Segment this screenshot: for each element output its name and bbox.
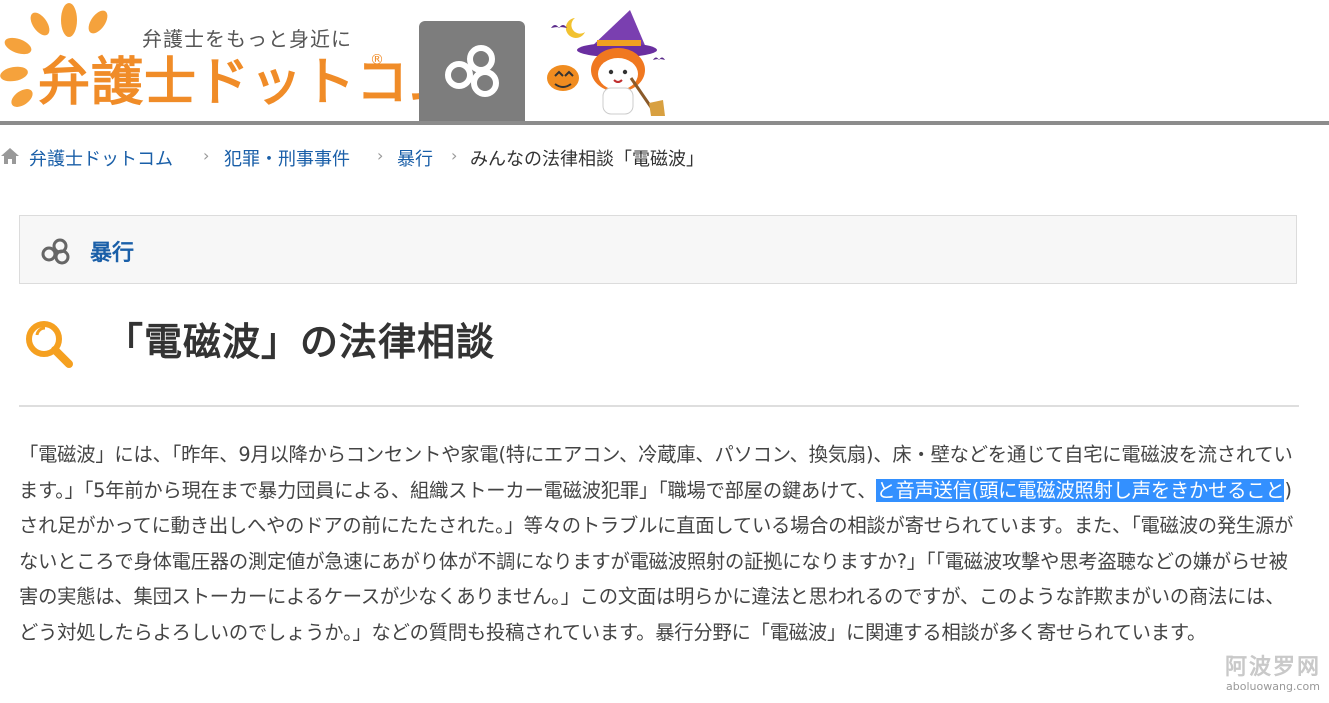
watermark: 阿波罗网 aboluowang.com (1225, 656, 1321, 694)
breadcrumb-current: みんなの法律相談「電磁波」 (470, 149, 704, 170)
site-header: 弁護士をもっと身近に 弁護士ドットコム ® (0, 0, 1329, 122)
page-title: 「電磁波」の法律相談 (105, 320, 496, 364)
page-heading: 「電磁波」の法律相談 (19, 306, 1299, 378)
category-menu-button[interactable] (419, 21, 525, 122)
breadcrumb-link-crime[interactable]: 犯罪・刑事事件 (224, 145, 350, 171)
home-icon[interactable] (0, 146, 20, 166)
category-rings-icon (41, 238, 70, 265)
breadcrumb: 弁護士ドットコム › 犯罪・刑事事件 › 暴行 › みんなの法律相談「電磁波」 (0, 140, 1329, 172)
watermark-url: aboluowang.com (1226, 680, 1320, 693)
category-link-assault[interactable]: 暴行 (90, 235, 134, 267)
registered-mark: ® (370, 52, 384, 68)
selected-text: と音声送信(頭に電磁波照射し声をきかせること (876, 478, 1285, 502)
halloween-mascot-icon (547, 10, 665, 116)
category-rings-icon (445, 45, 499, 97)
watermark-title: 阿波罗网 (1224, 655, 1321, 680)
description-text: )され足がかってに動き出しへやのドアの前にたたされた。」等々のトラブルに直面して… (19, 478, 1294, 644)
breadcrumb-separator: › (377, 146, 384, 165)
breadcrumb-separator: › (203, 146, 210, 165)
header-divider (0, 121, 1329, 125)
category-panel: 暴行 (19, 215, 1297, 284)
breadcrumb-link-home[interactable]: 弁護士ドットコム (29, 145, 173, 171)
breadcrumb-link-assault[interactable]: 暴行 (397, 145, 433, 171)
site-logo[interactable]: 弁護士をもっと身近に 弁護士ドットコム ® (0, 0, 461, 116)
description-paragraph: 「電磁波」には、「昨年、9月以降からコンセントや家電(特にエアコン、冷蔵庫、パソ… (19, 437, 1301, 651)
search-icon (26, 321, 73, 368)
heading-divider (19, 405, 1299, 407)
logo-title: 弁護士ドットコム (38, 53, 463, 113)
breadcrumb-separator: › (451, 146, 458, 165)
